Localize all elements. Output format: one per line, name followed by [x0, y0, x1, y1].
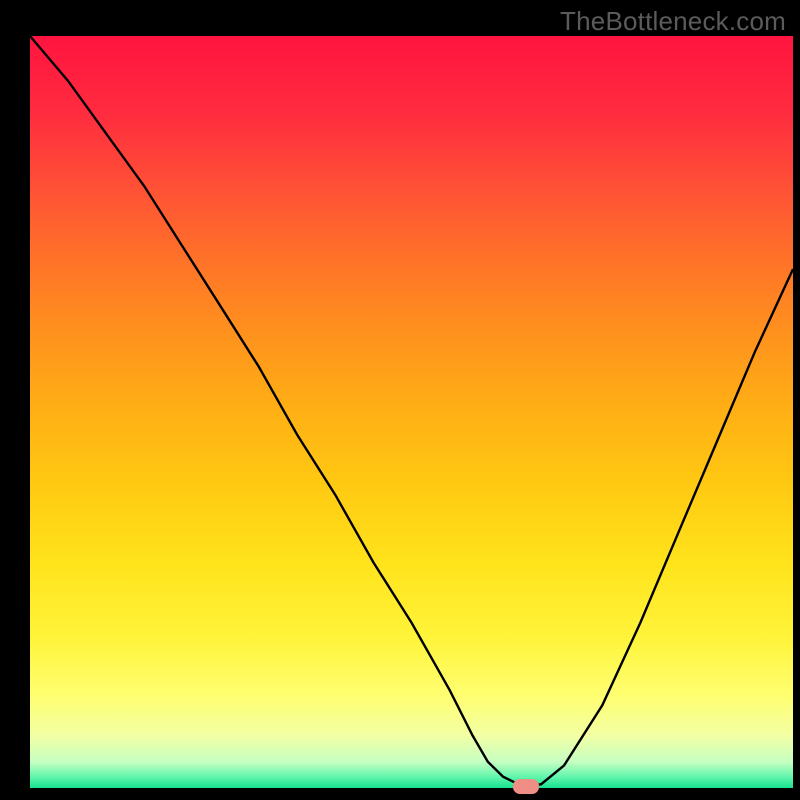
watermark-text: TheBottleneck.com	[560, 6, 786, 37]
plot-background	[30, 36, 793, 788]
optimal-point-marker	[513, 779, 539, 794]
bottleneck-chart	[0, 0, 800, 800]
chart-container: TheBottleneck.com	[0, 0, 800, 800]
